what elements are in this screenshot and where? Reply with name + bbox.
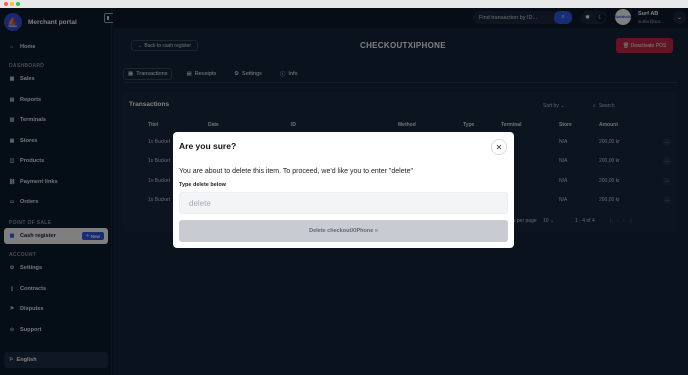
delete-confirm-button[interactable]: Delete checkoutXIPhone » bbox=[179, 220, 508, 242]
close-dialog-button[interactable]: ✕ bbox=[491, 139, 507, 155]
maximize-window-dot[interactable] bbox=[16, 2, 20, 6]
minimize-window-dot[interactable] bbox=[10, 2, 14, 6]
input-label: Type delete below bbox=[179, 182, 226, 188]
close-window-dot[interactable] bbox=[4, 2, 8, 6]
dialog-title: Are you sure? bbox=[179, 141, 237, 151]
dialog-message: You are about to delete this item. To pr… bbox=[179, 168, 413, 175]
delete-confirmation-input[interactable] bbox=[179, 192, 508, 214]
close-icon: ✕ bbox=[495, 142, 503, 152]
delete-confirmation-dialog: Are you sure? ✕ You are about to delete … bbox=[173, 132, 514, 248]
os-title-bar bbox=[0, 0, 688, 8]
